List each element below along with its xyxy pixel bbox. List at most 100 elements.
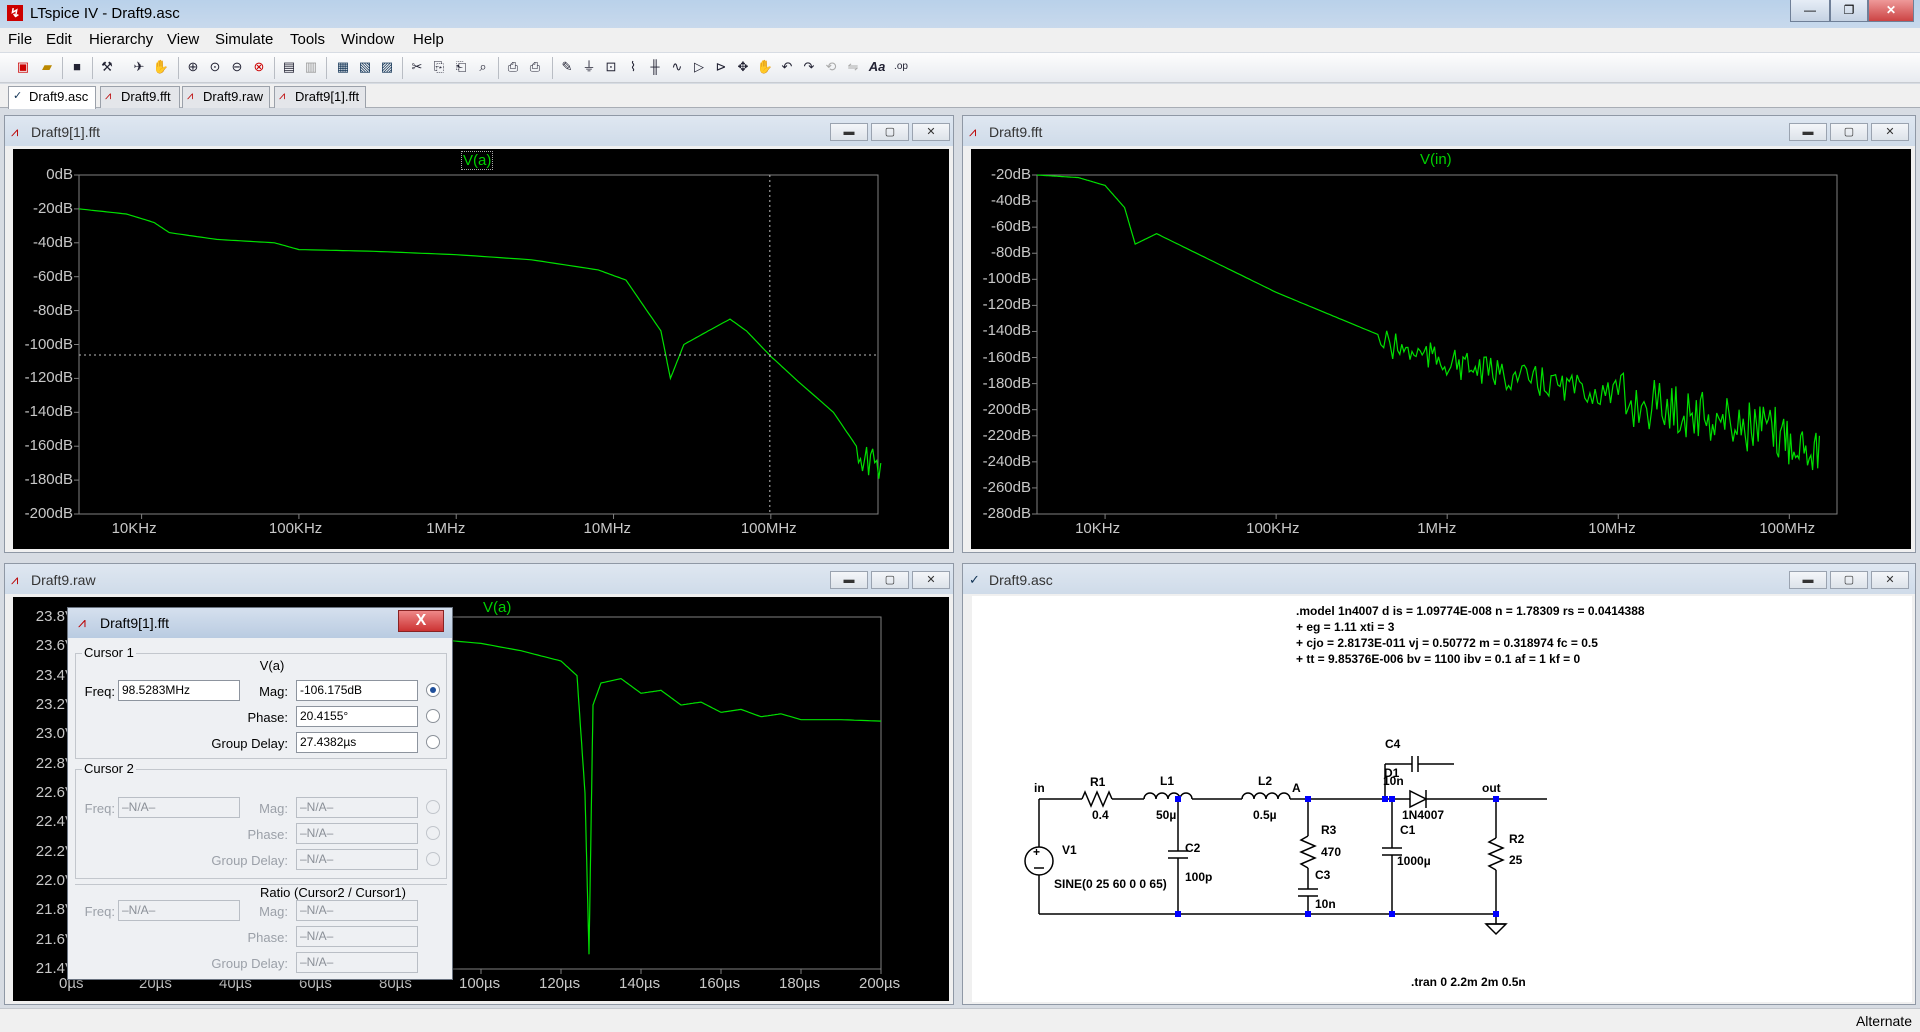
pan-icon[interactable]: ⊙ (206, 58, 224, 76)
ratio-freq-field[interactable]: –N/A– (118, 900, 240, 921)
close-button[interactable]: ✕ (1868, 0, 1914, 22)
panel-minimize-button[interactable]: ▬ (830, 571, 868, 589)
run-icon[interactable]: ✈ (130, 58, 148, 76)
label-net-icon[interactable]: ⊡ (602, 58, 620, 76)
ratio-phase-field[interactable]: –N/A– (296, 926, 418, 947)
fft-plot-va[interactable]: 0dB -20dB -40dB -60dB -80dB -100dB -120dB -140d… (13, 149, 949, 549)
panel-maximize-button[interactable]: ▢ (1830, 571, 1868, 589)
y-tick-label: -160dB (982, 348, 1031, 366)
menu-simulate[interactable]: Simulate (215, 31, 273, 48)
tab-draft9-fft[interactable]: ⩘ Draft9.fft (100, 86, 180, 108)
cursor1-freq-field[interactable]: 98.5283MHz (118, 680, 240, 701)
panel-close-button[interactable]: ✕ (1871, 571, 1909, 589)
schematic-canvas[interactable]: .model 1n4007 d is = 1.09774E-008 n = 1.… (972, 596, 1912, 1002)
net-label-out: out (1482, 781, 1501, 795)
phase-radio[interactable] (426, 709, 440, 723)
menu-file[interactable]: File (8, 31, 32, 48)
panel-maximize-button[interactable]: ▢ (871, 571, 909, 589)
tile-vertical-icon[interactable]: ▧ (356, 58, 374, 76)
x-tick-label: 100µs (459, 975, 501, 992)
panel-minimize-button[interactable]: ▬ (1789, 571, 1827, 589)
inductor-icon[interactable]: ∿ (668, 58, 686, 76)
drag-icon[interactable]: ✋ (756, 58, 774, 76)
menu-edit[interactable]: Edit (46, 31, 72, 48)
menu-view[interactable]: View (167, 31, 199, 48)
panel-close-button[interactable]: ✕ (1871, 123, 1909, 141)
group-delay-radio[interactable] (426, 735, 440, 749)
zoom-out-icon[interactable]: ⊖ (228, 58, 246, 76)
menu-help[interactable]: Help (413, 31, 444, 48)
cursor2-freq-field[interactable]: –N/A– (118, 797, 240, 818)
print-icon[interactable]: ⎙ (526, 58, 544, 76)
tile-horizontal-icon[interactable]: ▦ (334, 58, 352, 76)
resistor-icon[interactable]: ⌇ (624, 58, 642, 76)
panel-close-button[interactable]: ✕ (912, 123, 950, 141)
cursor1-group-delay-field[interactable]: 27.4382µs (296, 732, 418, 753)
ratio-mag-field[interactable]: –N/A– (296, 900, 418, 921)
cursor2-mag-radio[interactable] (426, 800, 440, 814)
mirror-icon[interactable]: ⇋ (844, 58, 862, 76)
dialog-close-button[interactable]: X (398, 610, 444, 632)
x-tick-label: 1MHz (1417, 520, 1457, 537)
tab-draft9-asc[interactable]: ✓ Draft9.asc (8, 86, 96, 109)
panel-minimize-button[interactable]: ▬ (1789, 123, 1827, 141)
autorange-icon[interactable]: ▤ (280, 58, 298, 76)
cursor1-mag-field[interactable]: -106.175dB (296, 680, 418, 701)
cursor2-mag-field[interactable]: –N/A– (296, 797, 418, 818)
copy-icon[interactable]: ⎘ (430, 58, 448, 76)
find-icon[interactable]: ⌕ (474, 58, 492, 76)
zoom-in-icon[interactable]: ⊕ (184, 58, 202, 76)
cross-probe-icon[interactable]: ▥ (302, 58, 320, 76)
cascade-icon[interactable]: ▨ (378, 58, 396, 76)
spice-directive-icon[interactable]: .op (892, 58, 910, 76)
cursor1-phase-field[interactable]: 20.4155° (296, 706, 418, 727)
open-icon[interactable]: ▰ (38, 58, 56, 76)
text-icon[interactable]: Aa (868, 58, 886, 76)
trace-name[interactable]: V(in) (1420, 151, 1452, 168)
menu-tools[interactable]: Tools (290, 31, 325, 48)
ground-icon[interactable]: ⏚ (580, 58, 598, 76)
dialog-title: Draft9[1].fft (100, 615, 169, 631)
ratio-group-delay-field[interactable]: –N/A– (296, 952, 418, 973)
menu-hierarchy[interactable]: Hierarchy (89, 31, 153, 48)
tab-draft9-raw[interactable]: ⩘ Draft9.raw (182, 86, 270, 108)
cut-icon[interactable]: ✂ (408, 58, 426, 76)
menu-window[interactable]: Window (341, 31, 394, 48)
print-preview-icon[interactable]: ⎙ (504, 58, 522, 76)
save-icon[interactable]: ■ (68, 58, 86, 76)
move-icon[interactable]: ✥ (734, 58, 752, 76)
zoom-fit-icon[interactable]: ⊗ (250, 58, 268, 76)
cursor2-phase-radio[interactable] (426, 826, 440, 840)
maximize-button[interactable]: ❐ (1830, 0, 1868, 22)
undo-icon[interactable]: ↶ (778, 58, 796, 76)
diode-icon[interactable]: ▷ (690, 58, 708, 76)
control-panel-icon[interactable]: ⚒ (98, 58, 116, 76)
status-text: Alternate (1855, 1013, 1912, 1029)
capacitor-icon[interactable]: ╫ (646, 58, 664, 76)
rotate-icon[interactable]: ⟲ (822, 58, 840, 76)
ratio-label: Ratio (Cursor2 / Cursor1) (260, 885, 406, 900)
paste-icon[interactable]: ⎗ (452, 58, 470, 76)
panel-close-button[interactable]: ✕ (912, 571, 950, 589)
trace-name[interactable]: V(a) (483, 599, 511, 616)
redo-icon[interactable]: ↷ (800, 58, 818, 76)
mag-radio[interactable] (426, 683, 440, 697)
cursor2-phase-field[interactable]: –N/A– (296, 823, 418, 844)
y-tick-label: -180dB (24, 471, 73, 489)
new-schematic-icon[interactable]: ▣ (14, 58, 32, 76)
minimize-button[interactable]: — (1790, 0, 1830, 22)
panel-header: ⩘ Draft9.raw ▬ ▢ ✕ (5, 564, 953, 594)
cursor2-group-delay-radio[interactable] (426, 852, 440, 866)
halt-icon[interactable]: ✋ (152, 58, 170, 76)
y-tick-label: -280dB (982, 505, 1031, 522)
wire-icon[interactable]: ✎ (558, 58, 576, 76)
panel-maximize-button[interactable]: ▢ (1830, 123, 1868, 141)
component-icon[interactable]: ⊳ (712, 58, 730, 76)
panel-maximize-button[interactable]: ▢ (871, 123, 909, 141)
trace-name[interactable]: V(a) (461, 151, 494, 170)
y-tick-label: -160dB (24, 437, 73, 455)
tab-draft9-1-fft[interactable]: ⩘ Draft9[1].fft (274, 86, 366, 108)
panel-minimize-button[interactable]: ▬ (830, 123, 868, 141)
cursor2-group-delay-field[interactable]: –N/A– (296, 849, 418, 870)
fft-plot-vin[interactable]: -20dB -40dB -60dB -80dB -100dB -120dB -140dB -1… (971, 149, 1911, 549)
